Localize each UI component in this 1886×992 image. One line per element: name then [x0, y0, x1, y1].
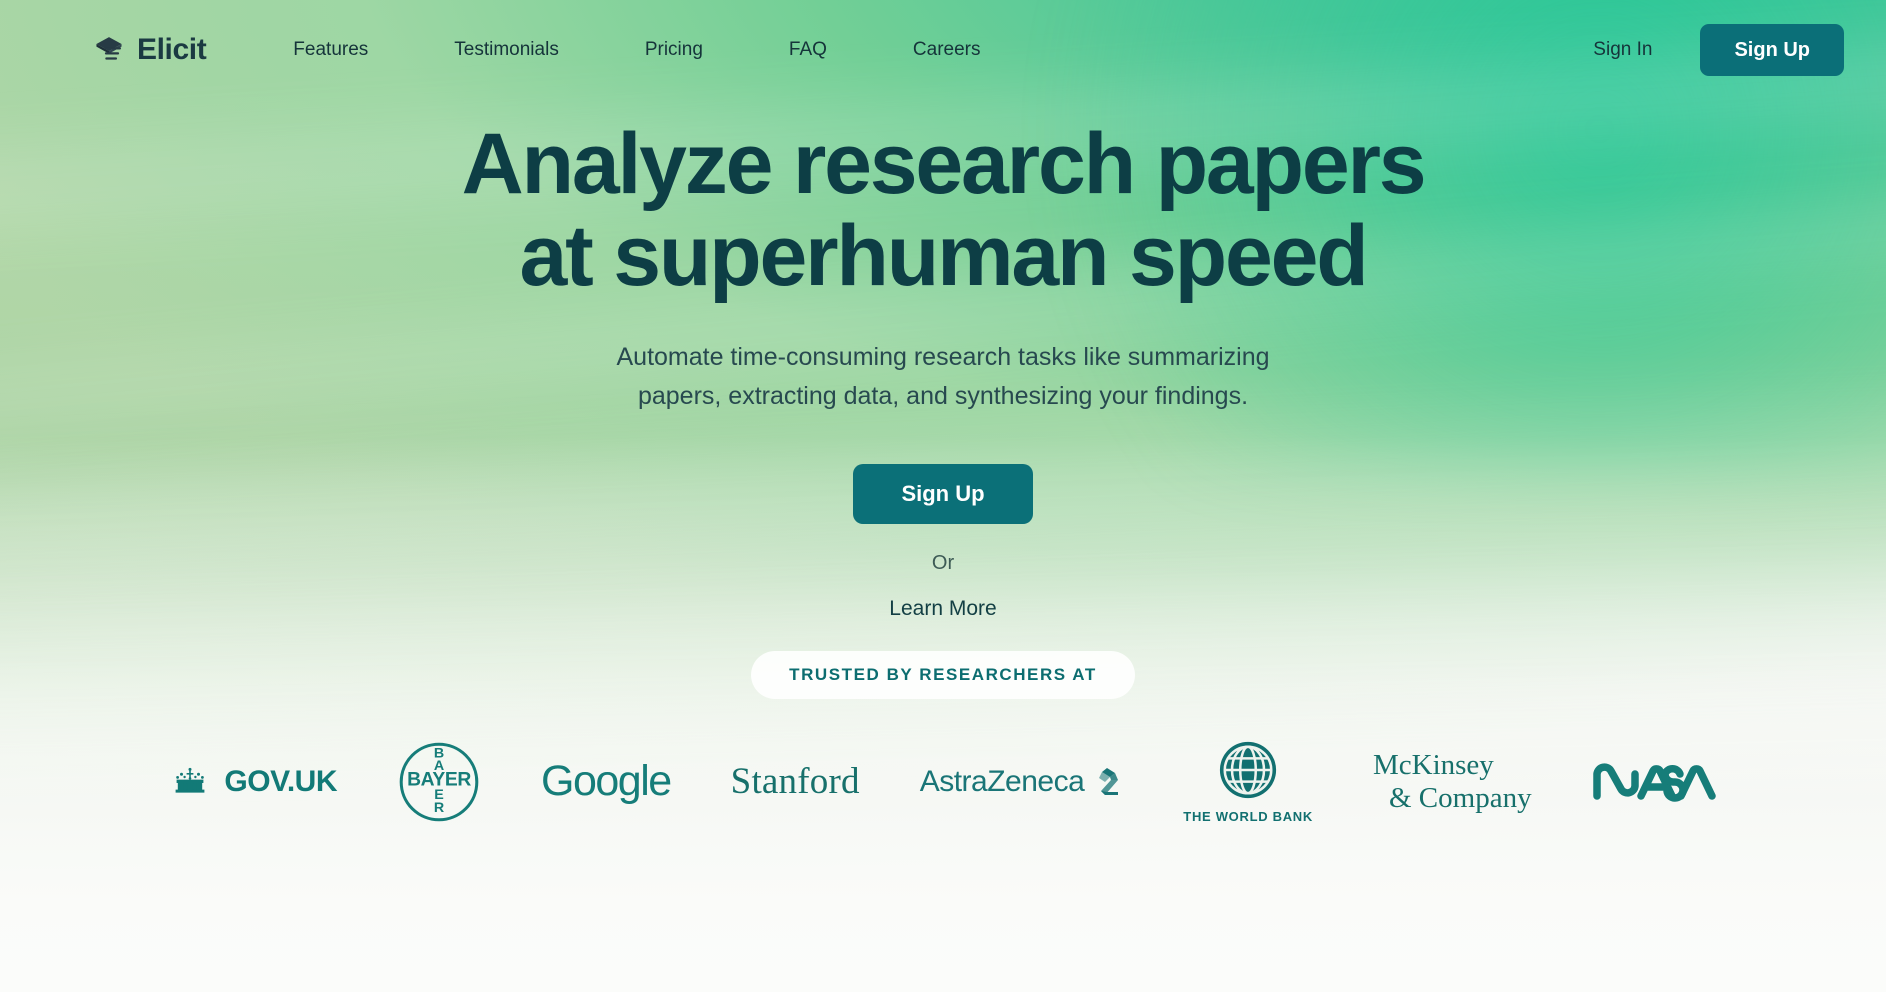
globe-icon [1220, 741, 1277, 799]
nasa-worm-icon [1592, 762, 1716, 802]
page-title: Analyze research papers at superhuman sp… [0, 118, 1886, 302]
logo-govuk-label: GOV.UK [224, 764, 337, 798]
hero-cta-group: Sign Up Or Learn More TRUSTED BY RESEARC… [0, 464, 1886, 700]
header-sign-up-button[interactable]: Sign Up [1700, 24, 1844, 76]
logo-mckinsey: McKinsey & Company [1343, 749, 1562, 814]
sign-in-link[interactable]: Sign In [1593, 39, 1652, 61]
trusted-by-badge: TRUSTED BY RESEARCHERS AT [751, 651, 1135, 700]
hero-sign-up-button[interactable]: Sign Up [853, 464, 1033, 525]
logo-world-bank-label: THE WORLD BANK [1183, 809, 1313, 824]
elicit-stacked-layers-icon [96, 37, 122, 60]
header-actions: Sign In Sign Up [1593, 24, 1844, 76]
bayer-cross-circle-icon: BAYER B A E R [399, 742, 479, 821]
logo-govuk: GOV.UK [140, 765, 367, 799]
nav-item-testimonials[interactable]: Testimonials [454, 29, 559, 71]
or-divider-label: Or [931, 552, 955, 575]
logo-bayer: BAYER B A E R [367, 740, 511, 824]
primary-nav: Features Testimonials Pricing FAQ Career… [258, 29, 1023, 71]
svg-text:A: A [434, 758, 444, 774]
logo-google-label: Google [541, 757, 672, 805]
logo-mckinsey-label-line-1: McKinsey [1372, 749, 1494, 782]
logo-stanford-label: Stanford [730, 761, 860, 802]
logo-astrazeneca: AstraZeneca [890, 765, 1154, 799]
logo-mckinsey-label-line-2: & Company [1388, 781, 1532, 814]
nav-item-features[interactable]: Features [293, 29, 368, 71]
nav-item-careers[interactable]: Careers [913, 29, 981, 71]
svg-text:R: R [434, 800, 445, 816]
uk-crown-icon [176, 767, 205, 793]
headline-line-1: Analyze research papers [461, 116, 1427, 212]
nav-item-pricing[interactable]: Pricing [645, 29, 703, 71]
brand-logo-link[interactable]: Elicit [94, 33, 207, 67]
learn-more-link[interactable]: Learn More [889, 597, 996, 621]
logo-astrazeneca-label: AstraZeneca [919, 764, 1085, 798]
subtitle-line-1: Automate time-consuming research tasks l… [616, 343, 1270, 372]
logo-nasa [1562, 761, 1746, 803]
site-header: Elicit Features Testimonials Pricing FAQ… [0, 0, 1886, 100]
headline-line-2: at superhuman speed [519, 208, 1368, 305]
brand-name: Elicit [137, 33, 207, 66]
hero-subtitle: Automate time-consuming research tasks l… [0, 338, 1886, 416]
subtitle-line-2: papers, extracting data, and synthesizin… [637, 382, 1249, 411]
logo-world-bank: THE WORLD BANK [1153, 739, 1343, 824]
logo-google: Google [511, 757, 701, 806]
hero-section: Analyze research papers at superhuman sp… [0, 118, 1886, 700]
trusted-logos-strip: GOV.UK BAYER B A E R Google Stanford Ast… [0, 739, 1886, 824]
astrazeneca-ribbon-icon [1099, 767, 1119, 795]
logo-stanford: Stanford [701, 760, 890, 803]
nav-item-faq[interactable]: FAQ [789, 29, 827, 71]
